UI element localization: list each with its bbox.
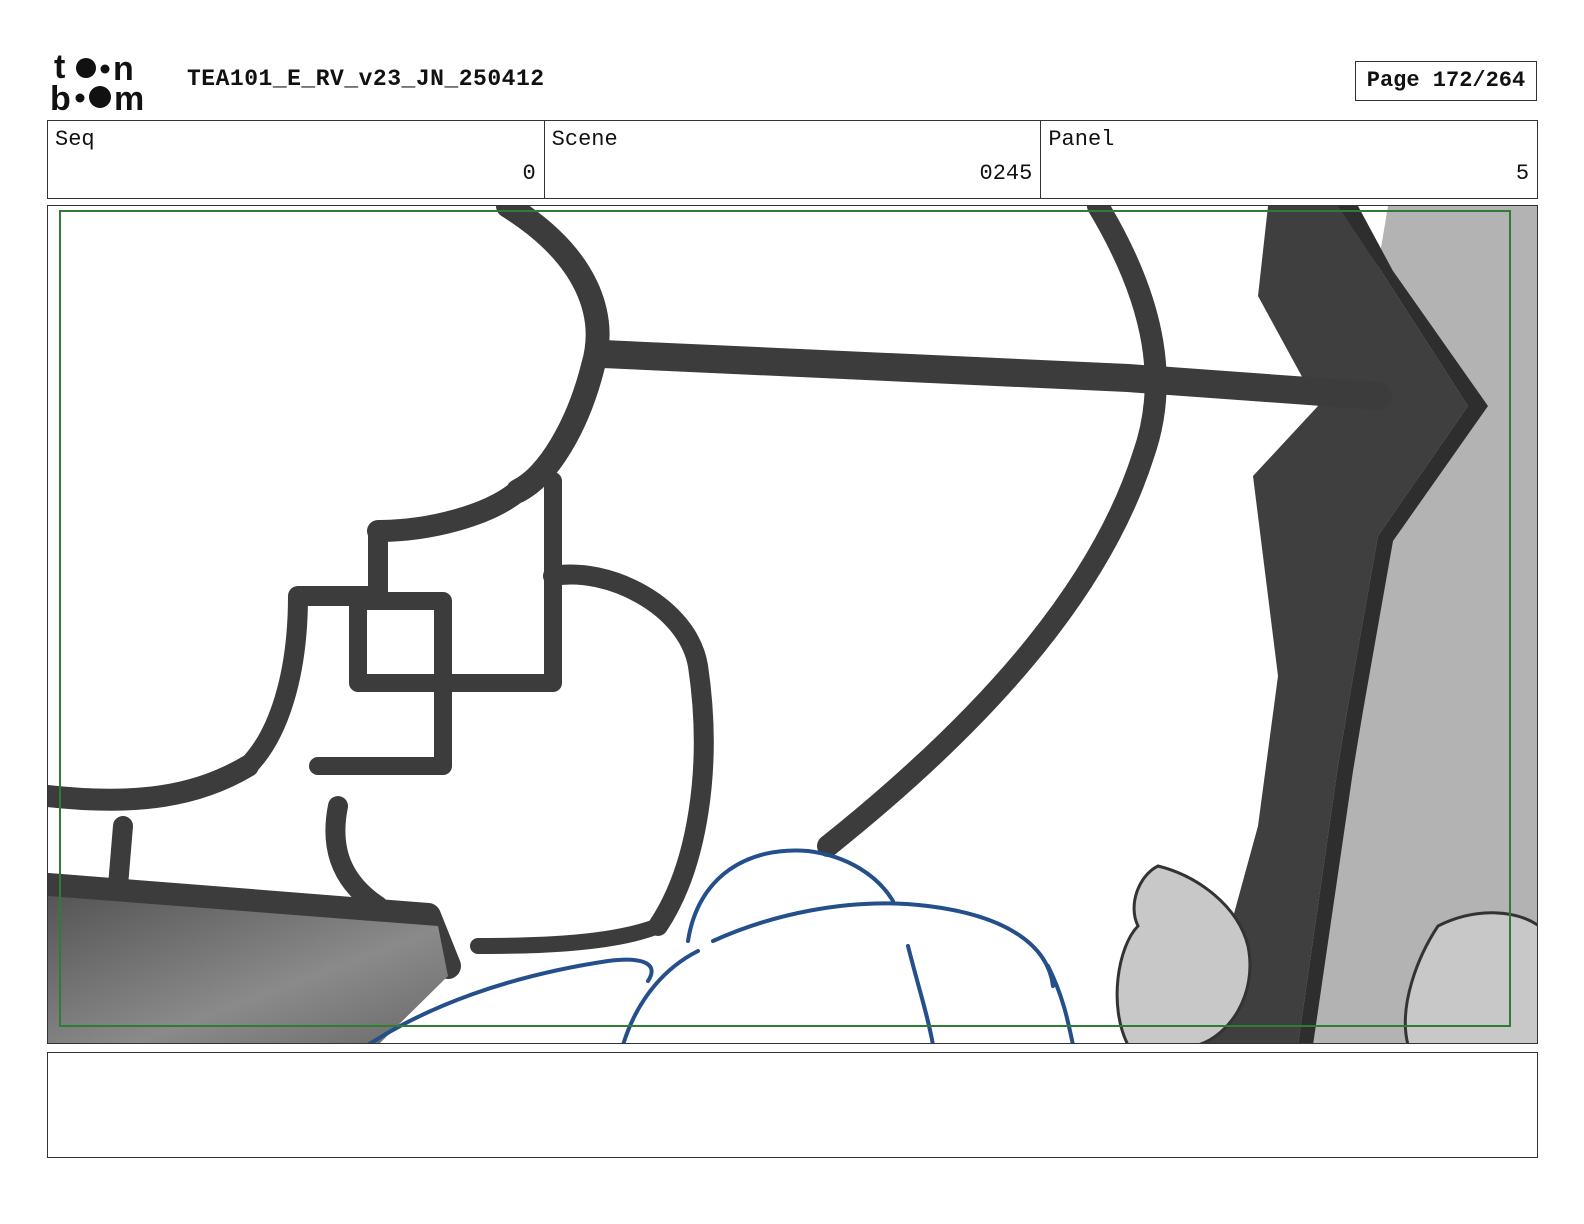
scene-value: 0245: [979, 161, 1033, 186]
panel-notes-box: [47, 1052, 1538, 1158]
document-title: TEA101_E_RV_v23_JN_250412: [187, 66, 545, 92]
scene-label: Scene: [551, 127, 618, 152]
scene-cell: Scene 0245: [545, 121, 1042, 198]
seq-value: 0: [522, 161, 536, 186]
toon-boom-logo: t n b m: [50, 48, 166, 118]
seq-label: Seq: [55, 127, 95, 152]
storyboard-panel-frame: [47, 205, 1538, 1044]
panel-info-table: Seq 0 Scene 0245 Panel 5: [47, 120, 1538, 199]
panel-value: 5: [1515, 161, 1530, 186]
svg-text:m: m: [114, 80, 144, 114]
seq-cell: Seq 0: [48, 121, 545, 198]
svg-text:b: b: [50, 80, 71, 114]
storyboard-panel-drawing: [48, 206, 1537, 1043]
panel-cell: Panel 5: [1041, 121, 1537, 198]
panel-label: Panel: [1048, 127, 1115, 152]
page-indicator: Page 172/264: [1355, 61, 1537, 101]
